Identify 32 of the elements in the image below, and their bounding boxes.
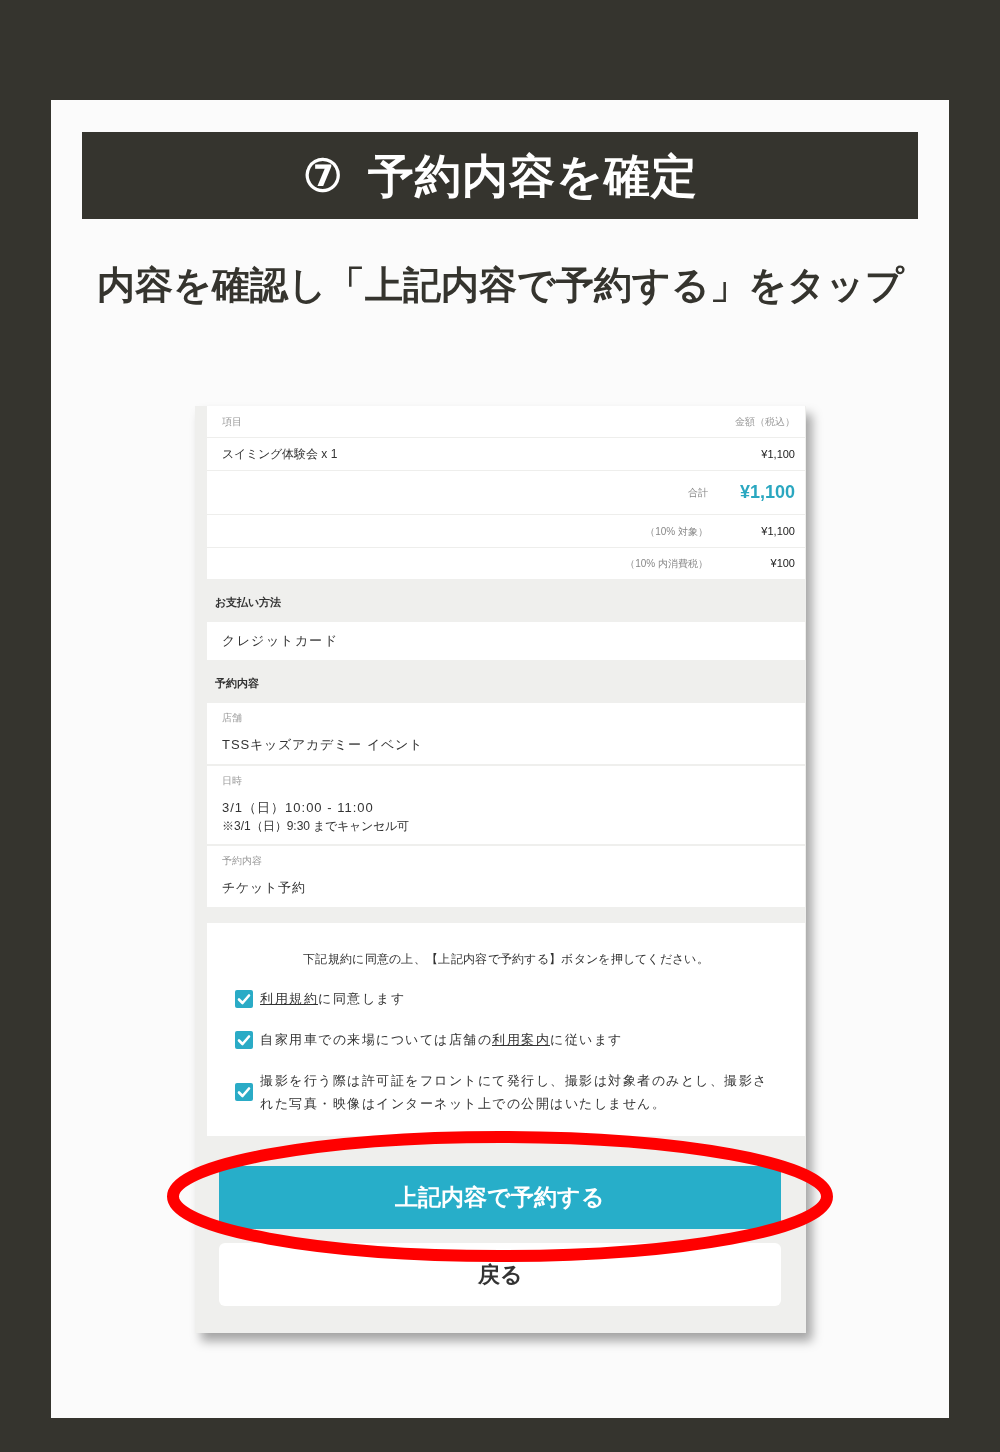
total-label: 合計 [688, 486, 708, 500]
instruction-text: 内容を確認し「上記内容で予約する」をタップ [96, 263, 904, 308]
agreement-text: 自家用車での来場については店舗の利用案内 に従います [260, 1031, 623, 1049]
text-link[interactable]: 利用規約 [260, 991, 318, 1006]
text-link[interactable]: 利用案内 [492, 1032, 550, 1047]
column-header: 金額（税込） [735, 415, 795, 429]
step-number: ⑦ [302, 149, 342, 202]
agreement-instruction: 下記規約に同意の上、【上記内容で予約する】ボタンを押してください。 [303, 951, 709, 967]
field-value: 3/1（日）10:00 - 11:00 [222, 799, 374, 817]
field-label: 日時 [222, 774, 242, 787]
agreement-text: 撮影を行う際は許可証をフロントにて発行し、撮影は対象者のみとし、撮影された写真・映像はインターネット上での公開はいたしません。 [260, 1072, 769, 1113]
checkbox[interactable] [235, 989, 253, 1008]
agreement-text: 利用規約 に同意します [260, 990, 405, 1008]
section-heading: お支払い方法 [215, 595, 281, 611]
tax-label: （10% 内消費税） [625, 557, 708, 571]
column-header: 項目 [222, 415, 242, 429]
tax-label: （10% 対象） [645, 524, 708, 539]
field-value: TSSキッズアカデミー イベント [222, 736, 423, 754]
page-title: 予約内容を確定 [367, 149, 698, 202]
item-name: スイミング体験会 x 1 [222, 446, 338, 463]
cancellation-note: ※3/1（日）9:30 までキャンセル可 [222, 819, 410, 834]
tax-amount: ¥100 [770, 556, 795, 572]
checkbox[interactable] [235, 1030, 253, 1049]
item-price: ¥1,100 [761, 446, 795, 462]
tax-amount: ¥1,100 [761, 523, 795, 539]
total-price: ¥1,100 [739, 481, 795, 504]
field-label: 店舗 [222, 711, 242, 724]
section-heading: 予約内容 [215, 676, 259, 692]
field-label: 予約内容 [222, 854, 262, 867]
field-value: チケット予約 [222, 879, 306, 897]
payment-method-value: クレジットカード [222, 632, 338, 651]
checkbox[interactable] [235, 1083, 253, 1101]
